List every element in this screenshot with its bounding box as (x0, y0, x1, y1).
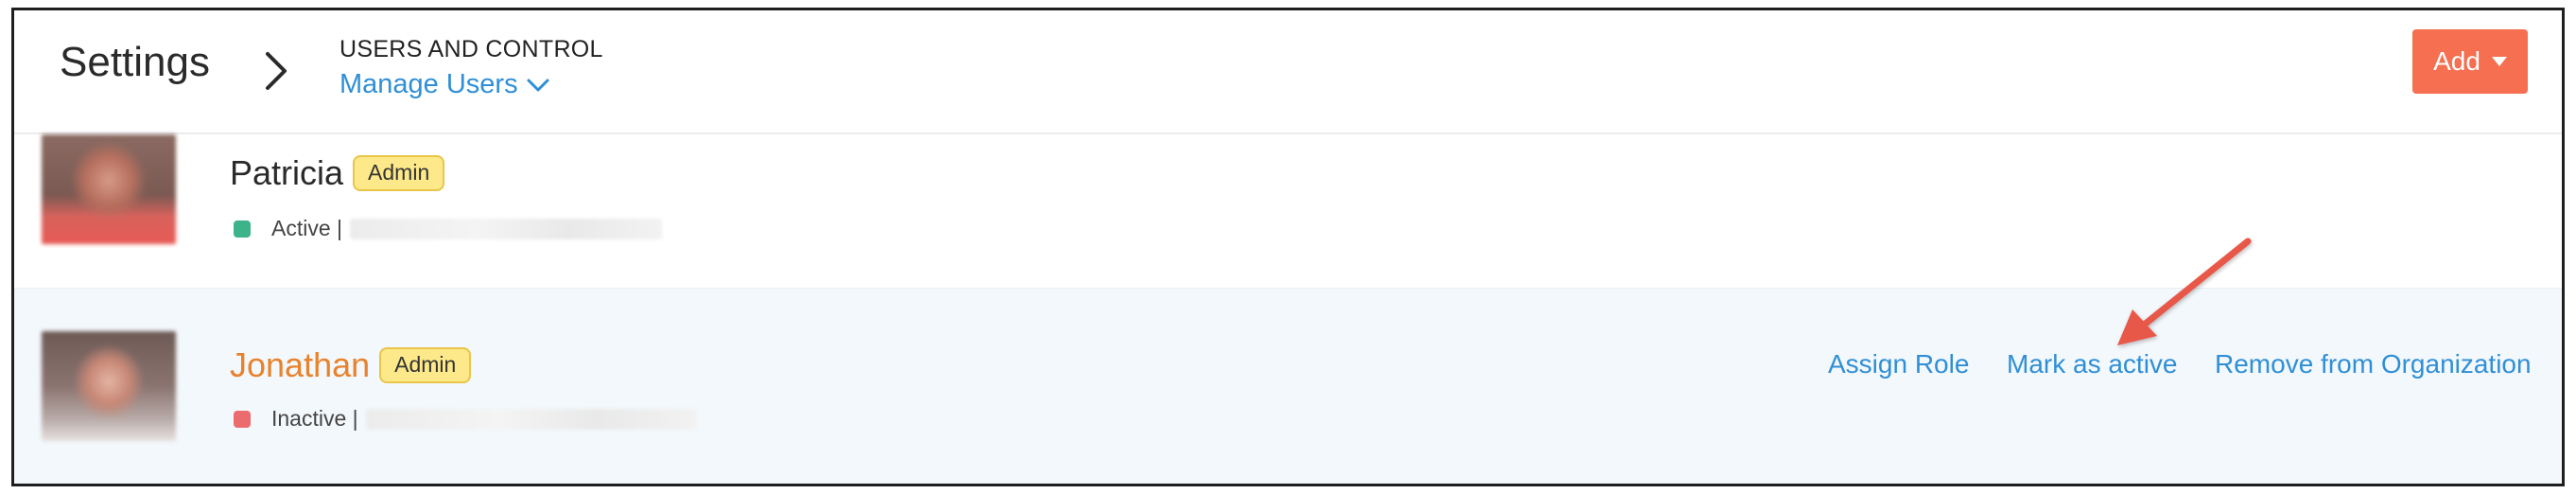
chevron-right-icon (266, 52, 287, 90)
user-name: Patricia (230, 153, 344, 192)
user-row[interactable]: Jonathan Admin Inactive | Assign Role Ma… (14, 289, 2562, 484)
breadcrumb-section: USERS AND CONTROL (339, 36, 603, 62)
caret-down-icon (2491, 57, 2507, 66)
avatar (42, 134, 176, 244)
role-badge: Admin (353, 155, 445, 191)
status-line: Active | (234, 216, 662, 241)
status-text: Active | (271, 216, 342, 240)
remove-from-organization-link[interactable]: Remove from Organization (2215, 349, 2532, 379)
status-indicator-icon (234, 220, 251, 238)
role-badge: Admin (379, 347, 472, 383)
status-line: Inactive | (234, 406, 697, 432)
page-title: Settings (60, 39, 210, 85)
status-text: Inactive | (271, 406, 358, 431)
manage-users-dropdown[interactable]: Manage Users (339, 69, 550, 100)
mark-as-active-link[interactable]: Mark as active (2007, 349, 2178, 379)
assign-role-link[interactable]: Assign Role (1828, 349, 1969, 379)
status-indicator-icon (234, 410, 251, 428)
redacted-email (365, 408, 697, 430)
user-name: Jonathan (230, 345, 371, 384)
avatar (42, 331, 176, 441)
app-window: Settings USERS AND CONTROL Manage Users … (11, 8, 2565, 486)
user-row[interactable]: Patricia Admin Active | (14, 134, 2562, 289)
redacted-email (350, 218, 662, 239)
breadcrumb-page-label: Manage Users (339, 69, 518, 99)
add-button-label: Add (2433, 46, 2480, 76)
add-button[interactable]: Add (2412, 29, 2528, 94)
page-header: Settings USERS AND CONTROL Manage Users … (14, 10, 2562, 134)
chevron-down-icon (527, 79, 549, 91)
